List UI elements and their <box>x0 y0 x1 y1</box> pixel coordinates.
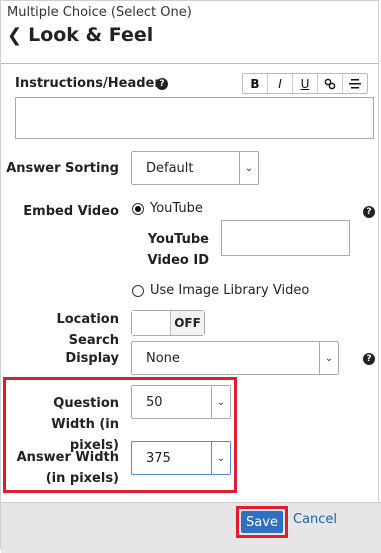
chevron-down-icon: ⌄ <box>239 152 258 184</box>
toggle-knob <box>132 311 171 335</box>
instructions-textarea[interactable] <box>15 97 374 139</box>
save-button-highlight: Save <box>236 506 288 538</box>
chevron-down-icon: ⌄ <box>319 342 338 374</box>
footer-bar <box>1 502 381 553</box>
youtube-radio-label: YouTube <box>150 201 203 216</box>
bold-button[interactable]: B <box>243 74 268 93</box>
embed-video-label: Embed Video <box>23 204 119 219</box>
display-value: None <box>146 350 180 366</box>
radio-unselected-icon <box>132 284 144 297</box>
width-settings-highlight <box>3 377 237 493</box>
youtube-id-label: YouTube Video ID <box>147 232 210 268</box>
answer-sorting-label: Answer Sorting <box>6 161 119 176</box>
page-title: ❮ Look & Feel <box>7 24 192 46</box>
instructions-label: Instructions/Header <box>15 76 161 91</box>
align-icon[interactable] <box>343 74 367 93</box>
image-library-radio[interactable]: Use Image Library Video <box>132 283 309 298</box>
italic-button[interactable]: I <box>268 74 293 93</box>
answer-sorting-value: Default <box>146 160 194 176</box>
answer-sorting-select[interactable]: Default ⌄ <box>131 151 259 185</box>
underline-button[interactable]: U <box>293 74 318 93</box>
save-button[interactable]: Save <box>241 511 283 533</box>
settings-panel: Multiple Choice (Select One) ❮ Look & Fe… <box>0 0 381 553</box>
location-search-toggle[interactable]: OFF <box>131 310 205 336</box>
help-icon[interactable]: ? <box>156 78 168 90</box>
display-select[interactable]: None ⌄ <box>131 341 339 375</box>
toggle-state: OFF <box>171 311 204 335</box>
link-icon[interactable] <box>318 74 343 93</box>
rich-text-toolbar: B I U <box>242 73 368 94</box>
header-divider <box>1 63 378 64</box>
display-label: Display <box>65 351 119 366</box>
location-search-label: Location Search <box>56 312 119 348</box>
youtube-radio[interactable]: YouTube <box>132 201 203 216</box>
youtube-id-input[interactable] <box>221 220 350 256</box>
panel-header: Multiple Choice (Select One) ❮ Look & Fe… <box>7 5 192 46</box>
question-type-label: Multiple Choice (Select One) <box>7 5 192 20</box>
page-title-text: Look & Feel <box>28 24 154 46</box>
radio-selected-icon <box>132 202 144 215</box>
help-icon[interactable]: ? <box>363 206 375 218</box>
image-library-radio-label: Use Image Library Video <box>150 283 310 298</box>
help-icon[interactable]: ? <box>363 353 375 365</box>
cancel-link[interactable]: Cancel <box>293 512 337 527</box>
chevron-left-icon[interactable]: ❮ <box>7 25 22 46</box>
